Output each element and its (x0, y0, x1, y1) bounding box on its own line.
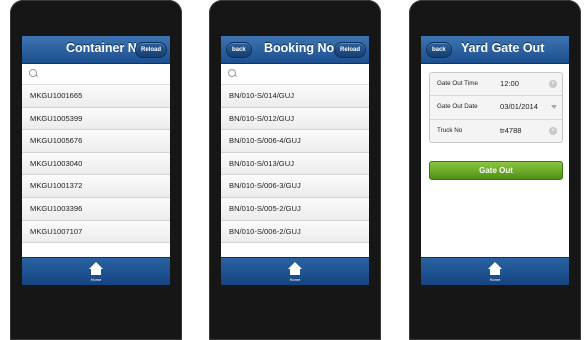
field-label: Gate Out Date (437, 103, 478, 111)
list-item[interactable]: MKGU1001372 (22, 175, 170, 198)
gate-out-date-row: Gate Out Date 03/01/2014 (430, 96, 562, 120)
phone-yard-gate-out: back Yard Gate Out Gate Out Time 12:00 ×… (409, 0, 581, 340)
list-item[interactable]: BN/010-S/006-2/GUJ (221, 220, 369, 244)
search-input[interactable] (22, 64, 170, 85)
truck-no-row: Truck No tr4788 × (430, 120, 562, 142)
chevron-down-icon[interactable] (551, 105, 557, 110)
header: Container No Reload (22, 36, 170, 64)
back-button[interactable]: back (426, 42, 452, 58)
list-item[interactable]: MKGU1005399 (22, 107, 170, 131)
search-input[interactable] (221, 64, 369, 85)
screen: back Booking No Reload BN/010-S/014/GUJ … (221, 36, 369, 285)
truck-no-field[interactable]: tr4788 (500, 120, 522, 142)
list-item[interactable]: BN/010-S/014/GUJ (221, 85, 369, 108)
page-title: Yard Gate Out (461, 41, 545, 55)
clear-icon[interactable]: × (549, 80, 557, 88)
screen: Container No Reload MKGU1001665 MKGU1005… (22, 36, 170, 285)
reload-button[interactable]: Reload (333, 42, 366, 58)
header: back Yard Gate Out (421, 36, 569, 64)
list-item[interactable]: MKGU1003040 (22, 152, 170, 176)
field-label: Gate Out Time (437, 80, 478, 87)
list-item[interactable]: BN/010-S/012/GUJ (221, 107, 369, 131)
header: back Booking No Reload (221, 36, 369, 64)
search-icon (228, 69, 236, 77)
reload-button[interactable]: Reload (134, 42, 167, 58)
list-item[interactable]: BN/010-S/006-3/GUJ (221, 175, 369, 198)
footer-nav: Home (221, 257, 369, 285)
back-button[interactable]: back (226, 42, 252, 58)
gate-out-form: Gate Out Time 12:00 × Gate Out Date 03/0… (429, 72, 563, 143)
gate-out-button[interactable]: Gate Out (429, 161, 563, 180)
gate-out-date-field[interactable]: 03/01/2014 (500, 96, 538, 118)
home-label: Home (289, 277, 301, 282)
screen: back Yard Gate Out Gate Out Time 12:00 ×… (421, 36, 569, 285)
gate-out-time-field[interactable]: 12:00 (500, 73, 519, 95)
search-icon (29, 69, 37, 77)
list-item[interactable]: BN/010-S/005-2/GUJ (221, 197, 369, 221)
list-item[interactable]: MKGU1001665 (22, 85, 170, 108)
clear-icon[interactable]: × (549, 126, 557, 135)
page-title: Booking No (264, 41, 335, 55)
list-item[interactable]: MKGU1003396 (22, 197, 170, 221)
footer-nav: Home (421, 257, 569, 285)
home-label: Home (489, 277, 501, 282)
phone-booking-list: back Booking No Reload BN/010-S/014/GUJ … (209, 0, 381, 340)
list-item[interactable]: MKGU1007107 (22, 220, 170, 244)
gate-out-time-row: Gate Out Time 12:00 × (430, 73, 562, 97)
page-title: Container No (66, 41, 145, 55)
list-item[interactable]: BN/010-S/013/GUJ (221, 152, 369, 176)
footer-nav: Home (22, 257, 170, 285)
list-item[interactable]: BN/010-S/006-4/GUJ (221, 130, 369, 153)
phone-container-list: Container No Reload MKGU1001665 MKGU1005… (10, 0, 182, 340)
home-label: Home (90, 277, 102, 282)
container-list: MKGU1001665 MKGU1005399 MKGU1005676 MKGU… (22, 85, 170, 244)
booking-list: BN/010-S/014/GUJ BN/010-S/012/GUJ BN/010… (221, 85, 369, 244)
field-label: Truck No (437, 126, 463, 134)
list-item[interactable]: MKGU1005676 (22, 130, 170, 153)
